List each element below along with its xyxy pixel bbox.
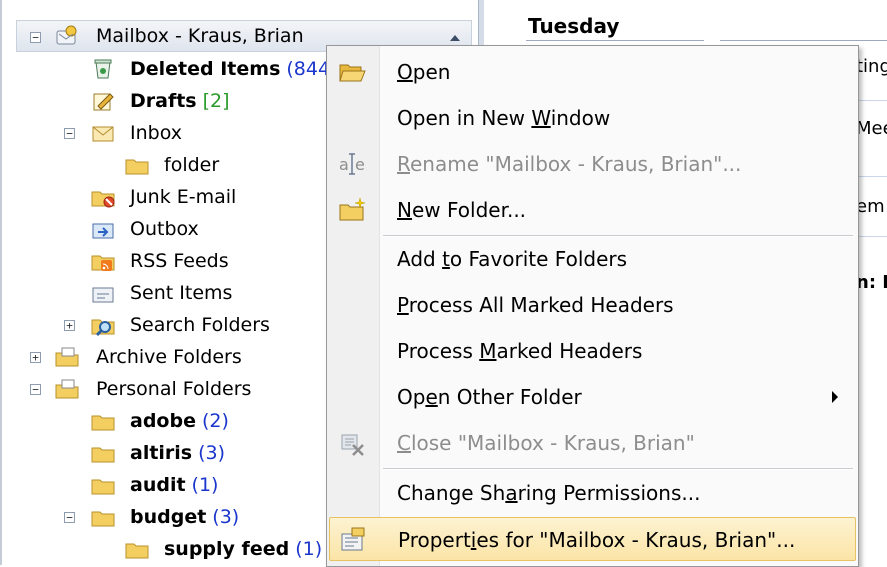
submenu-arrow-icon [832, 391, 838, 403]
budget-folder-icon [90, 507, 116, 529]
menu-label-close: Close "Mailbox - Kraus, Brian" [397, 431, 695, 455]
menu-item-new-folder[interactable]: New Folder... [329, 188, 856, 232]
menu-label-properties: Properties for "Mailbox - Kraus, Brian".… [398, 528, 796, 552]
tree-item-archive-folders[interactable]: Archive Folders [96, 346, 242, 368]
inbox-icon [90, 122, 116, 144]
budget-label: budget [130, 506, 207, 528]
menu-item-open-new-window[interactable]: Open in New Window [329, 96, 856, 140]
tree-item-rss-feeds[interactable]: RSS Feeds [130, 250, 229, 272]
tree-item-mailbox[interactable]: Mailbox - Kraus, Brian [96, 25, 304, 47]
close-mailbox-icon [337, 429, 367, 457]
supply-feed-label: supply feed [164, 538, 290, 560]
personal-folders-icon [54, 378, 80, 400]
menu-label-rename: Rename "Mailbox - Kraus, Brian"... [397, 152, 742, 176]
adobe-label: adobe [130, 410, 196, 432]
calendar-row-line-3 [856, 236, 887, 237]
calendar-row-line [856, 100, 887, 101]
folder-icon [124, 155, 150, 177]
outbox-icon [90, 219, 116, 241]
tree-item-inbox[interactable]: Inbox [130, 122, 182, 144]
open-folder-icon [337, 58, 367, 86]
menu-item-rename: ae Rename "Mailbox - Kraus, Brian"... [329, 142, 856, 186]
expand-archive-folders-toggle[interactable]: + [30, 352, 41, 363]
menu-label-process-all-marked-headers: Process All Marked Headers [397, 293, 674, 317]
altiris-label: altiris [130, 442, 193, 464]
calendar-entry-peek-2[interactable]: Mee [856, 118, 887, 139]
tree-item-supply-feed[interactable]: supply feed (1) [164, 538, 322, 560]
tree-item-personal-folders[interactable]: Personal Folders [96, 378, 251, 400]
deleted-items-icon [90, 58, 116, 80]
collapse-budget-toggle[interactable]: − [64, 512, 75, 523]
drafts-icon [90, 90, 116, 112]
tree-item-audit[interactable]: audit (1) [130, 474, 218, 496]
audit-label: audit [130, 474, 186, 496]
day-header-underline [526, 40, 704, 41]
rename-icon: ae [337, 150, 367, 178]
adobe-folder-icon [90, 411, 116, 433]
tree-item-deleted-items[interactable]: Deleted Items (844) [130, 58, 337, 80]
menu-item-close: Close "Mailbox - Kraus, Brian" [329, 421, 856, 465]
calendar-entry-peek-3[interactable]: em [856, 196, 885, 217]
new-folder-icon [337, 196, 367, 224]
menu-label-process-marked-headers: Process Marked Headers [397, 339, 643, 363]
menu-item-open[interactable]: Open [329, 50, 856, 94]
calendar-entry-peek-1[interactable]: ting [856, 56, 887, 77]
tree-item-junk-email[interactable]: Junk E-mail [130, 186, 236, 208]
drafts-count: [2] [202, 90, 230, 112]
day-header: Tuesday [528, 14, 620, 38]
budget-count: (3) [212, 506, 240, 528]
adobe-count: (2) [201, 410, 229, 432]
menu-item-add-to-favorite-folders[interactable]: Add to Favorite Folders [329, 237, 856, 281]
menu-item-open-other-folder[interactable]: Open Other Folder [329, 375, 856, 419]
menu-item-process-all-marked-headers[interactable]: Process All Marked Headers [329, 283, 856, 327]
tree-item-adobe[interactable]: adobe (2) [130, 410, 229, 432]
tree-item-search-folders[interactable]: Search Folders [130, 314, 270, 336]
menu-item-process-marked-headers[interactable]: Process Marked Headers [329, 329, 856, 373]
svg-text:e: e [355, 155, 365, 174]
drafts-label: Drafts [130, 90, 197, 112]
menu-label-add-to-favorite-folders: Add to Favorite Folders [397, 247, 628, 271]
collapse-personal-folders-toggle[interactable]: − [30, 384, 41, 395]
junk-email-icon [90, 187, 116, 209]
audit-folder-icon [90, 475, 116, 497]
supply-feed-count: (1) [295, 538, 323, 560]
tree-item-altiris[interactable]: altiris (3) [130, 442, 225, 464]
menu-label-open-other-folder: Open Other Folder [397, 385, 582, 409]
altiris-count: (3) [198, 442, 226, 464]
audit-count: (1) [191, 474, 219, 496]
context-menu: Open Open in New Window ae Rename "Mailb… [326, 45, 859, 567]
calendar-row-line-2 [856, 176, 887, 177]
rss-feeds-icon [90, 251, 116, 273]
supply-feed-folder-icon [124, 539, 150, 561]
deleted-items-label: Deleted Items [130, 58, 281, 80]
search-folders-icon [90, 315, 116, 337]
calendar-entry-peek-4[interactable]: n: D [856, 272, 887, 293]
mailbox-icon [54, 25, 80, 47]
tree-item-sent-items[interactable]: Sent Items [130, 282, 232, 304]
tree-item-drafts[interactable]: Drafts [2] [130, 90, 230, 112]
menu-label-change-sharing-permissions: Change Sharing Permissions... [397, 481, 701, 505]
svg-text:a: a [339, 155, 349, 174]
menu-label-open-new-window: Open in New Window [397, 106, 611, 130]
collapse-inbox-toggle[interactable]: − [64, 128, 75, 139]
tree-item-budget[interactable]: budget (3) [130, 506, 239, 528]
altiris-folder-icon [90, 443, 116, 465]
menu-label-open: Open [397, 60, 451, 84]
menu-item-properties[interactable]: Properties for "Mailbox - Kraus, Brian".… [329, 517, 856, 561]
archive-folders-icon [54, 346, 80, 368]
menu-item-change-sharing-permissions[interactable]: Change Sharing Permissions... [329, 471, 856, 515]
day-header-underline-2 [720, 40, 887, 41]
properties-icon [338, 526, 368, 554]
menu-separator-2 [383, 468, 853, 470]
tree-item-outbox[interactable]: Outbox [130, 218, 199, 240]
sent-items-icon [90, 283, 116, 305]
menu-label-new-folder: New Folder... [397, 198, 527, 222]
scroll-up-arrow[interactable] [448, 28, 462, 42]
tree-item-folder[interactable]: folder [164, 154, 219, 176]
expand-search-folders-toggle[interactable]: + [64, 320, 75, 331]
collapse-mailbox-toggle[interactable]: − [30, 32, 41, 43]
